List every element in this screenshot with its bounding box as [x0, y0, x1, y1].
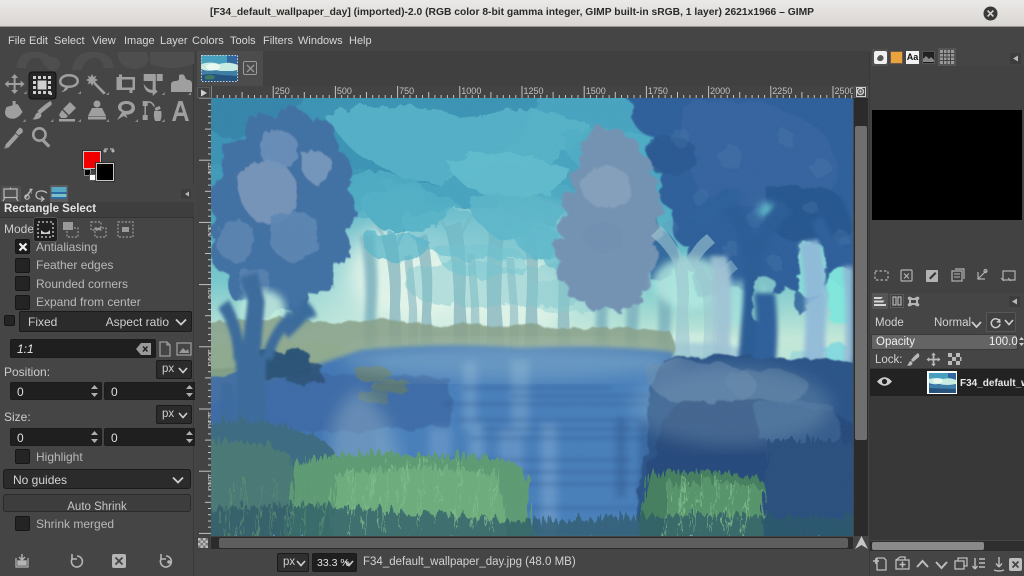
- svg-text:2250: 2250: [772, 86, 792, 96]
- svg-text:500: 500: [337, 86, 352, 96]
- svg-text:1500: 1500: [586, 86, 606, 96]
- svg-text:2500: 2500: [835, 86, 854, 96]
- svg-text:1000: 1000: [461, 86, 481, 96]
- svg-text:1750: 1750: [648, 86, 668, 96]
- svg-text:250: 250: [275, 86, 290, 96]
- svg-text:i: i: [31, 190, 32, 196]
- svg-text:1250: 1250: [524, 86, 544, 96]
- svg-text:2000: 2000: [710, 86, 730, 96]
- svg-text:750: 750: [399, 86, 414, 96]
